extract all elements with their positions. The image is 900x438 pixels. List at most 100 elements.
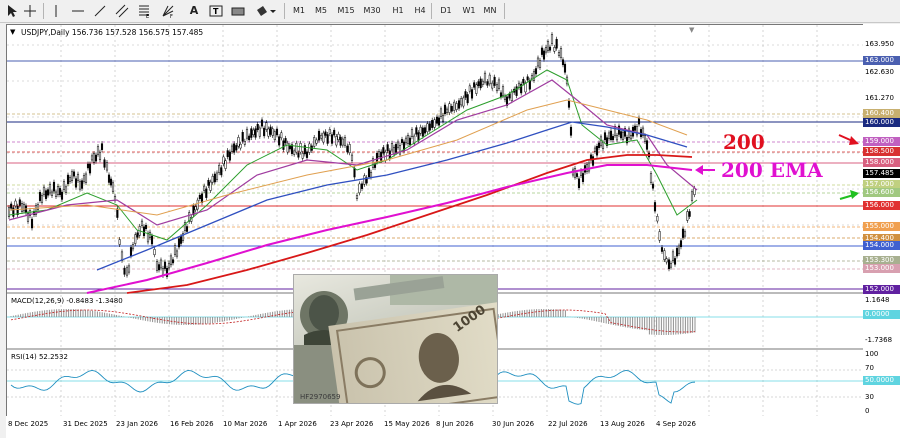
candle-body xyxy=(348,144,351,154)
candle-body xyxy=(205,188,208,198)
candle-body xyxy=(30,218,34,229)
candle-body xyxy=(295,142,298,153)
channel-icon[interactable] xyxy=(114,2,130,19)
svg-text:T: T xyxy=(213,7,219,16)
candle-body xyxy=(455,103,458,110)
candle-body xyxy=(243,140,246,145)
chart-window[interactable]: USDJPY,Daily 156.736 157.528 156.575 157… xyxy=(6,24,864,418)
candle-body xyxy=(64,186,68,193)
candle-body xyxy=(367,168,371,177)
timeframe-d1[interactable]: D1 xyxy=(436,2,456,19)
rectangle-icon[interactable] xyxy=(230,2,246,19)
text-icon[interactable]: A xyxy=(186,2,202,19)
candle-body xyxy=(663,250,666,260)
price-level-box: 152.000 xyxy=(863,285,900,294)
candle-body xyxy=(645,140,649,150)
candle-body xyxy=(363,175,366,185)
label-icon[interactable]: T xyxy=(208,2,224,19)
candle-body xyxy=(84,173,88,183)
candle-body xyxy=(146,232,150,243)
candle-body xyxy=(428,123,431,131)
crosshair-icon[interactable] xyxy=(22,2,38,19)
candle-body xyxy=(335,136,338,146)
candle-body xyxy=(515,86,518,96)
candle-body xyxy=(477,81,480,86)
price-level-box: 155.000 xyxy=(863,222,900,231)
candle-body xyxy=(617,125,621,135)
candle-body xyxy=(419,126,422,134)
timeframe-m30[interactable]: M30 xyxy=(362,2,382,19)
date-scale[interactable]: 8 Dec 2025 31 Dec 2025 23 Jan 2026 16 Feb 2… xyxy=(6,416,900,438)
candle-body xyxy=(341,138,344,146)
candle-body xyxy=(544,47,548,53)
scroll-marker-icon[interactable]: ▼ xyxy=(689,26,694,34)
candle-body xyxy=(567,100,571,108)
timeframe-mn[interactable]: MN xyxy=(480,2,500,19)
fibonacci-icon[interactable]: E xyxy=(136,2,152,19)
candle-body xyxy=(213,173,216,183)
price-level-box: 159.000 xyxy=(863,137,900,146)
candle-body xyxy=(597,142,601,148)
candle-body xyxy=(587,162,591,172)
candle-body xyxy=(439,108,443,117)
macd-tick: 1.1648 xyxy=(865,296,890,304)
candle-body xyxy=(94,154,98,162)
candle-body xyxy=(563,63,567,73)
date-tick: 8 Dec 2025 xyxy=(8,420,49,428)
candle-body xyxy=(546,41,550,51)
candle-body xyxy=(394,144,398,153)
symbol-info: USDJPY,Daily 156.736 157.528 156.575 157… xyxy=(21,28,204,37)
candle-body xyxy=(90,155,94,161)
candle-body xyxy=(129,247,133,257)
timeframe-m5[interactable]: M5 xyxy=(311,2,331,19)
date-tick: 10 Mar 2026 xyxy=(223,420,268,428)
candle-body xyxy=(629,134,633,140)
candle-body xyxy=(159,259,163,269)
timeframe-m1[interactable]: M1 xyxy=(289,2,309,19)
candle-body xyxy=(179,236,183,244)
candle-body xyxy=(656,216,659,222)
candle-body xyxy=(603,132,607,141)
candle-body xyxy=(408,137,412,145)
vertical-line-icon[interactable] xyxy=(48,2,64,19)
candle-body xyxy=(131,244,135,250)
timeframe-h4[interactable]: H4 xyxy=(410,2,430,19)
candle-body xyxy=(534,68,538,75)
candle-body xyxy=(593,147,597,152)
candle-body xyxy=(377,151,381,157)
candle-body xyxy=(353,167,356,178)
candle-body xyxy=(140,220,144,226)
timeframe-h1[interactable]: H1 xyxy=(388,2,408,19)
candle-body xyxy=(207,180,210,186)
candle-body xyxy=(265,122,268,130)
gann-icon[interactable]: F xyxy=(160,2,176,19)
candle-body xyxy=(103,159,106,168)
timeframe-w1[interactable]: W1 xyxy=(459,2,479,19)
candle-body xyxy=(643,135,647,142)
candle-body xyxy=(437,117,441,126)
shapes-icon[interactable] xyxy=(254,2,278,19)
candle-body xyxy=(107,174,111,183)
candle-body xyxy=(278,136,281,146)
rsi-tick: 30 xyxy=(865,393,874,401)
banknote-serial: HF2970659 xyxy=(300,393,340,401)
price-scale[interactable]: 163.950 162.630 161.270 152.000 163.000 160.4… xyxy=(863,24,900,416)
candle-body xyxy=(443,104,447,115)
trendline-icon[interactable] xyxy=(92,2,108,19)
candle-body xyxy=(74,178,78,188)
candle-body xyxy=(581,173,585,182)
candle-body xyxy=(275,128,279,136)
collapse-icon[interactable]: ▼ xyxy=(10,28,15,36)
candle-body xyxy=(86,163,90,169)
candle-body xyxy=(38,192,42,201)
candle-body xyxy=(575,173,579,177)
candle-body xyxy=(649,173,653,183)
timeframe-m15[interactable]: M15 xyxy=(336,2,356,19)
svg-text:F: F xyxy=(170,14,173,18)
candle-body xyxy=(82,175,86,182)
date-tick: 23 Jan 2026 xyxy=(116,420,158,428)
horizontal-line-icon[interactable] xyxy=(70,2,86,19)
candle-body xyxy=(167,262,171,269)
candle-body xyxy=(62,181,66,190)
cursor-icon[interactable] xyxy=(4,2,20,19)
